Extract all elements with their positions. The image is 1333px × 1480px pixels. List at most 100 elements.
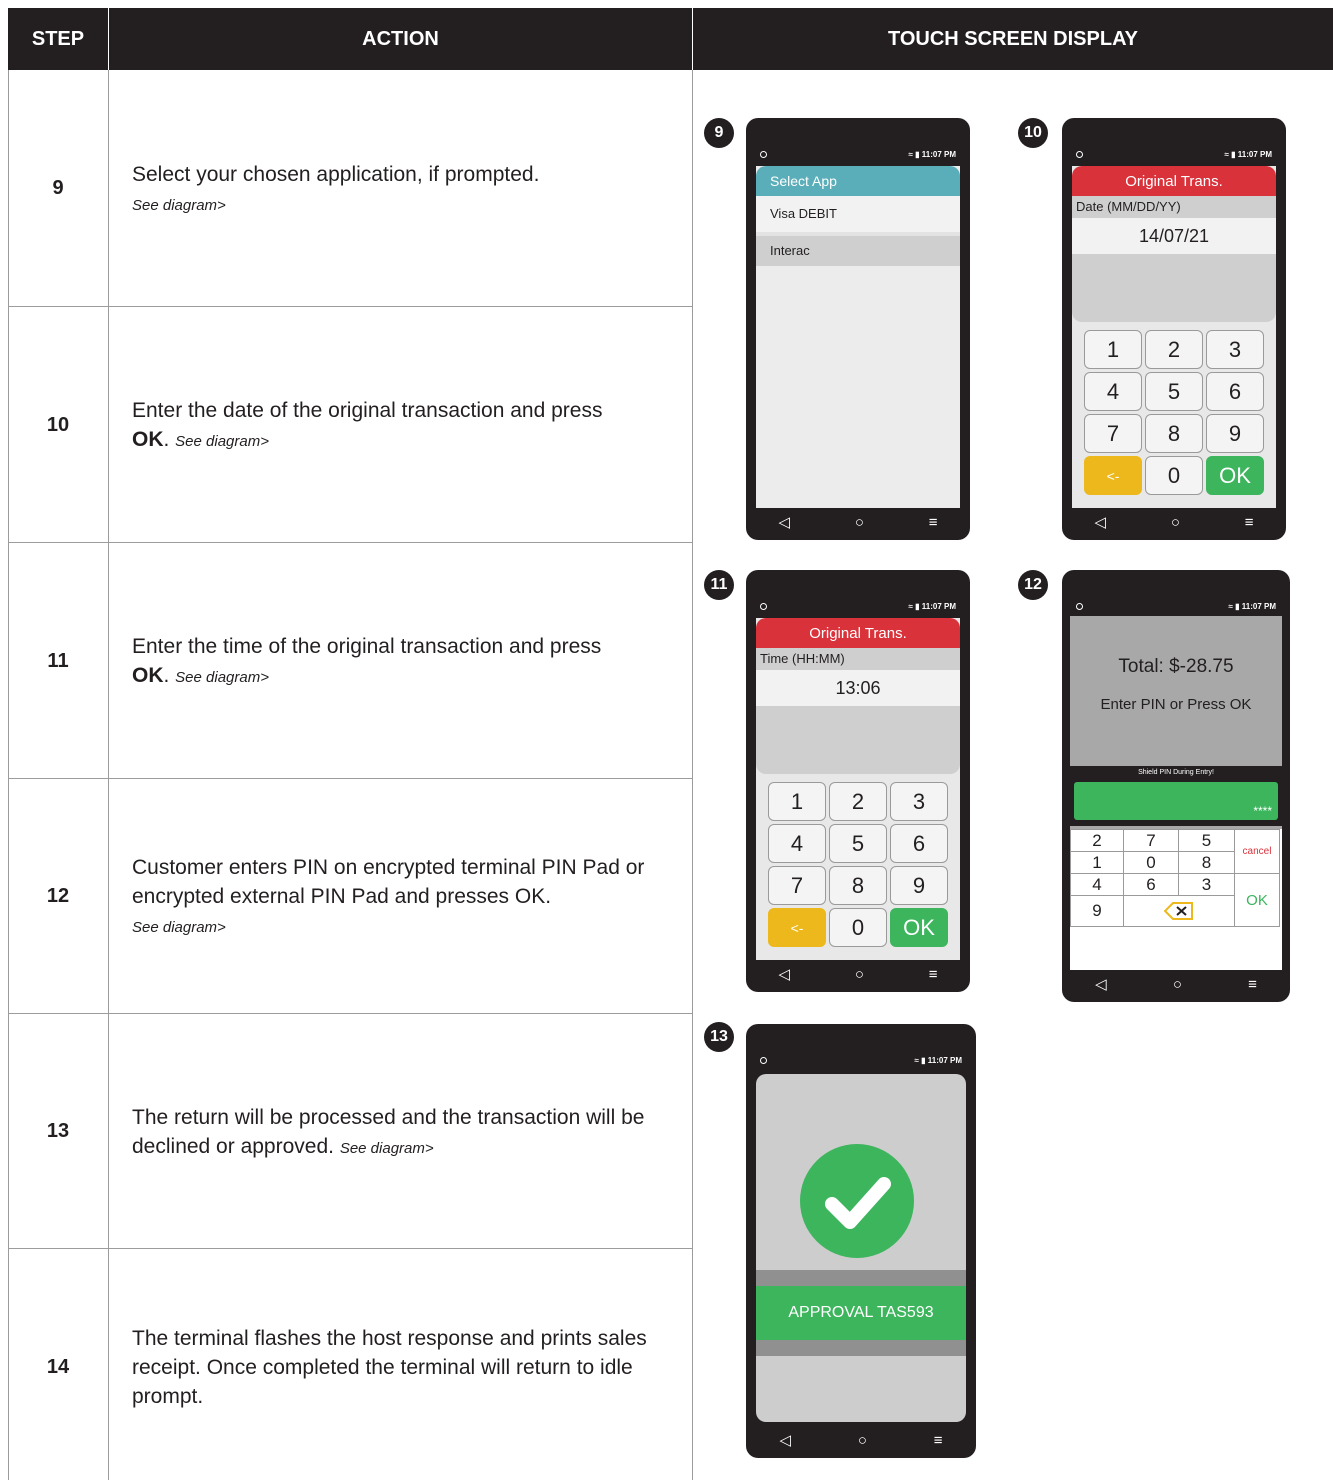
action-text: The terminal flashes the host response a… bbox=[132, 1327, 647, 1408]
back-icon[interactable]: ◁ bbox=[1094, 513, 1106, 531]
nav-bar: ◁ ○ ≡ bbox=[746, 1428, 976, 1452]
step-number: 11 bbox=[47, 650, 69, 672]
nav-bar: ◁ ○ ≡ bbox=[1062, 510, 1286, 534]
key-1[interactable]: 1 bbox=[1084, 330, 1142, 369]
app-option-interac[interactable]: Interac bbox=[756, 236, 960, 266]
key-9[interactable]: 9 bbox=[1206, 414, 1264, 453]
key-6[interactable]: 6 bbox=[890, 824, 948, 863]
pin-key[interactable]: 5 bbox=[1178, 829, 1235, 852]
ok-key[interactable]: OK bbox=[890, 908, 948, 947]
app-option-visa-debit[interactable]: Visa DEBIT bbox=[756, 196, 960, 236]
select-app-title: Select App bbox=[756, 166, 960, 196]
status-time: 11:07 PM bbox=[927, 1056, 962, 1065]
status-bar: ≈ ▮ 11:07 PM bbox=[760, 600, 956, 616]
pin-prompt: Enter PIN or Press OK bbox=[1100, 696, 1252, 713]
action-text: Enter the time of the original transacti… bbox=[132, 635, 602, 658]
key-0[interactable]: 0 bbox=[829, 908, 887, 947]
pin-key[interactable]: 7 bbox=[1123, 829, 1179, 852]
screen-area: APPROVAL TAS593 bbox=[756, 1074, 966, 1422]
wifi-battery-icon: ≈ ▮ bbox=[908, 150, 922, 159]
backspace-icon bbox=[1164, 902, 1193, 920]
key-4[interactable]: 4 bbox=[1084, 372, 1142, 411]
row-divider bbox=[8, 1248, 693, 1249]
time-value[interactable]: 13:06 bbox=[756, 670, 960, 706]
key-2[interactable]: 2 bbox=[1145, 330, 1203, 369]
display-blank-area bbox=[756, 706, 960, 774]
screen-area: Original Trans. Date (MM/DD/YY) 14/07/21… bbox=[1072, 166, 1276, 508]
key-0[interactable]: 0 bbox=[1145, 456, 1203, 495]
key-8[interactable]: 8 bbox=[829, 866, 887, 905]
status-time: 11:07 PM bbox=[921, 602, 956, 611]
terminal-screen-10: ≈ ▮ 11:07 PM Original Trans. Date (MM/DD… bbox=[1062, 118, 1286, 540]
keypad: 1 2 3 4 5 6 7 8 9 <- 0 OK bbox=[1072, 322, 1276, 502]
pin-key[interactable]: 3 bbox=[1178, 873, 1235, 896]
key-4[interactable]: 4 bbox=[768, 824, 826, 863]
backspace-key[interactable]: <- bbox=[768, 908, 826, 947]
pin-key[interactable]: 8 bbox=[1178, 851, 1235, 874]
key-8[interactable]: 8 bbox=[1145, 414, 1203, 453]
pin-key[interactable]: 0 bbox=[1123, 851, 1179, 874]
step-number: 12 bbox=[46, 885, 70, 907]
key-6[interactable]: 6 bbox=[1206, 372, 1264, 411]
screen-area: Total: $-28.75 Enter PIN or Press OK Shi… bbox=[1070, 616, 1282, 970]
key-1[interactable]: 1 bbox=[768, 782, 826, 821]
step-number: 13 bbox=[46, 1120, 70, 1142]
home-icon[interactable]: ○ bbox=[1171, 514, 1180, 531]
ok-key[interactable]: OK bbox=[1206, 456, 1264, 495]
menu-icon[interactable]: ≡ bbox=[934, 1432, 943, 1449]
time-field-label: Time (HH:MM) bbox=[756, 648, 960, 670]
key-2[interactable]: 2 bbox=[829, 782, 887, 821]
original-trans-title: Original Trans. bbox=[1072, 166, 1276, 196]
see-diagram-link: See diagram> bbox=[175, 433, 269, 450]
pin-key[interactable]: 1 bbox=[1070, 851, 1124, 874]
backspace-key[interactable]: <- bbox=[1084, 456, 1142, 495]
date-value[interactable]: 14/07/21 bbox=[1072, 218, 1276, 254]
ok-label: OK bbox=[1246, 891, 1268, 909]
diagram-badge: 11 bbox=[704, 570, 734, 600]
pin-key[interactable]: 6 bbox=[1123, 873, 1179, 896]
home-icon[interactable]: ○ bbox=[855, 514, 864, 531]
home-icon[interactable]: ○ bbox=[1173, 976, 1182, 993]
pin-key[interactable]: 9 bbox=[1070, 895, 1124, 927]
menu-icon[interactable]: ≡ bbox=[1245, 514, 1254, 531]
pin-ok-button[interactable]: OK bbox=[1234, 873, 1280, 927]
key-5[interactable]: 5 bbox=[1145, 372, 1203, 411]
pin-key[interactable]: 2 bbox=[1070, 829, 1124, 852]
terminal-screen-11: ≈ ▮ 11:07 PM Original Trans. Time (HH:MM… bbox=[746, 570, 970, 992]
action-bold: OK bbox=[132, 664, 164, 687]
home-icon[interactable]: ○ bbox=[855, 966, 864, 983]
step-number: 10 bbox=[46, 414, 70, 436]
step-action: The return will be processed and the tra… bbox=[132, 1103, 677, 1163]
see-diagram-link: See diagram> bbox=[175, 669, 269, 686]
pin-backspace-key[interactable] bbox=[1123, 895, 1235, 927]
back-icon[interactable]: ◁ bbox=[778, 513, 790, 531]
key-7[interactable]: 7 bbox=[1084, 414, 1142, 453]
back-icon[interactable]: ◁ bbox=[1095, 975, 1107, 993]
approved-checkmark-icon bbox=[800, 1144, 914, 1258]
pin-entry-field[interactable]: **** bbox=[1074, 782, 1278, 820]
nav-bar: ◁ ○ ≡ bbox=[746, 510, 970, 534]
camera-icon bbox=[760, 151, 767, 158]
key-3[interactable]: 3 bbox=[1206, 330, 1264, 369]
cancel-button[interactable]: cancel bbox=[1234, 829, 1280, 874]
table-border-left bbox=[8, 70, 9, 1480]
diagram-badge: 9 bbox=[704, 118, 734, 148]
menu-icon[interactable]: ≡ bbox=[929, 966, 938, 983]
key-3[interactable]: 3 bbox=[890, 782, 948, 821]
key-5[interactable]: 5 bbox=[829, 824, 887, 863]
action-text: Enter the date of the original transacti… bbox=[132, 399, 603, 422]
status-bar: ≈ ▮ 11:07 PM bbox=[1076, 600, 1276, 616]
menu-icon[interactable]: ≡ bbox=[929, 514, 938, 531]
back-icon[interactable]: ◁ bbox=[779, 1431, 791, 1449]
step-action: The terminal flashes the host response a… bbox=[132, 1324, 677, 1411]
display-blank-area bbox=[1072, 254, 1276, 322]
key-9[interactable]: 9 bbox=[890, 866, 948, 905]
home-icon[interactable]: ○ bbox=[858, 1432, 867, 1449]
camera-icon bbox=[760, 603, 767, 610]
wifi-battery-icon: ≈ ▮ bbox=[908, 602, 922, 611]
menu-icon[interactable]: ≡ bbox=[1248, 976, 1257, 993]
key-7[interactable]: 7 bbox=[768, 866, 826, 905]
screen-area: Select App Visa DEBIT Interac bbox=[756, 166, 960, 508]
pin-key[interactable]: 4 bbox=[1070, 873, 1124, 896]
back-icon[interactable]: ◁ bbox=[778, 965, 790, 983]
